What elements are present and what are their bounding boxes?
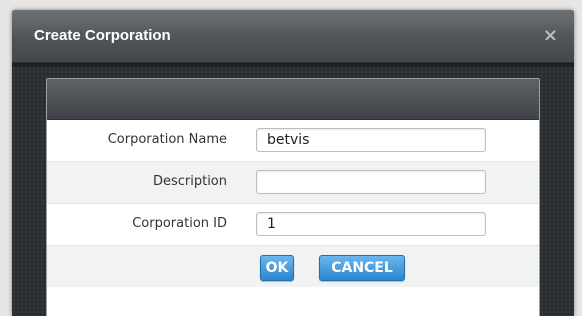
dialog-title: Create Corporation	[34, 27, 171, 44]
ok-button[interactable]: OK	[260, 255, 294, 281]
form-panel-header	[47, 79, 539, 120]
dialog-titlebar: Create Corporation ×	[12, 10, 574, 63]
description-input[interactable]	[256, 170, 486, 194]
description-label: Description	[152, 174, 227, 189]
corporation-id-label: Corporation ID	[132, 216, 227, 231]
corporation-id-row: Corporation ID	[47, 204, 539, 246]
close-icon[interactable]: ×	[543, 25, 558, 46]
create-corporation-dialog: Create Corporation × Corporation Name De…	[12, 10, 574, 316]
description-row: Description	[47, 162, 539, 204]
titlebar-shadow	[12, 63, 574, 69]
corporation-name-input[interactable]	[256, 128, 486, 152]
corporation-name-label: Corporation Name	[107, 132, 227, 147]
button-row: OK CANCEL	[47, 246, 539, 287]
form-panel: Corporation Name Description Corporation…	[46, 78, 540, 316]
corporation-id-input[interactable]	[256, 212, 486, 236]
cancel-button[interactable]: CANCEL	[319, 255, 405, 281]
corporation-name-row: Corporation Name	[47, 120, 539, 162]
